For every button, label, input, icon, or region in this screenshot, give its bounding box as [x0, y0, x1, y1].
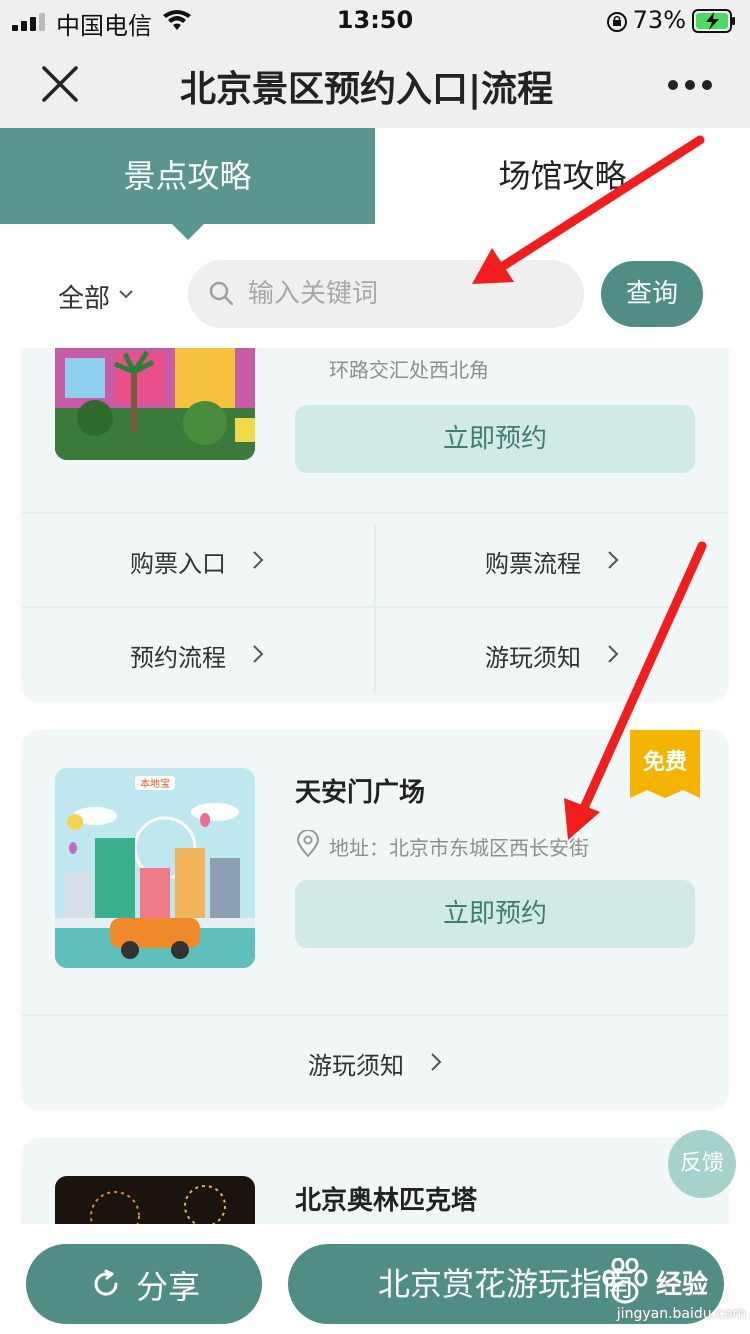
share-label: 分享 [136, 1268, 201, 1306]
feedback-button[interactable]: 反馈 [668, 1130, 736, 1198]
attraction-thumbnail[interactable] [55, 348, 255, 460]
watermark-text: 经验 [656, 1270, 709, 1300]
watermark: 经验 jingyan.baidu.com [580, 1248, 746, 1328]
attraction-name: 北京奥林匹克塔 [295, 1186, 478, 1216]
more-icon[interactable] [668, 80, 712, 90]
thumb-logo: 本地宝 [140, 777, 170, 790]
tab-attractions[interactable]: 景点攻略 [0, 128, 375, 224]
link-label: 预约流程 [130, 644, 226, 672]
attraction-address: 环路交汇处西北角 [329, 358, 489, 382]
battery-percent: 73% [632, 6, 686, 34]
link-visitor-notice[interactable]: 游玩须知 [198, 1016, 551, 1108]
share-button[interactable]: 分享 [26, 1244, 262, 1324]
free-badge-label: 免费 [642, 750, 687, 775]
chevron-right-icon [431, 1053, 442, 1071]
share-icon [94, 1269, 118, 1296]
attraction-card: 环路交汇处西北角 立即预约 购票入口 购票流程 预约流程 游玩须知 [22, 348, 728, 700]
attraction-name: 天安门广场 [295, 778, 426, 808]
query-button[interactable]: 查询 [601, 261, 703, 327]
chevron-down-icon[interactable] [118, 288, 134, 300]
chevron-right-icon [253, 551, 264, 569]
page-title: 北京景区预约入口|流程 [180, 69, 554, 110]
link-label: 游玩须知 [485, 644, 581, 672]
battery-charging-icon [692, 9, 735, 33]
attraction-card: 本地宝 天安门广场 地址：北京市东城区西长安街 立即预约 免费 游玩须知 [22, 730, 728, 1108]
watermark-url: jingyan.baidu.com [616, 1306, 746, 1322]
search-box[interactable] [188, 260, 584, 328]
link-label: 购票入口 [130, 550, 226, 578]
location-pin-icon [296, 830, 320, 858]
link-reservation-process[interactable]: 预约流程 [22, 608, 375, 700]
link-ticket-process[interactable]: 购票流程 [375, 514, 728, 606]
chevron-right-icon [253, 645, 264, 663]
link-label: 游玩须知 [308, 1052, 404, 1080]
reserve-button[interactable]: 立即预约 [295, 880, 695, 948]
attraction-list[interactable]: 环路交汇处西北角 立即预约 购票入口 购票流程 预约流程 游玩须知 本地宝 天安… [0, 348, 750, 1224]
chevron-right-icon [608, 645, 619, 663]
category-filter[interactable]: 全部 [58, 278, 110, 315]
attraction-thumbnail[interactable] [55, 1176, 255, 1224]
reserve-button[interactable]: 立即预约 [295, 405, 695, 473]
search-input[interactable] [248, 260, 568, 328]
link-label: 购票流程 [485, 550, 581, 578]
attraction-card: 北京奥林匹克塔 [22, 1138, 728, 1224]
link-ticket-entrance[interactable]: 购票入口 [22, 514, 375, 606]
paw-icon [602, 1258, 648, 1304]
rotation-lock-icon [607, 12, 627, 32]
attraction-address: 地址：北京市东城区西长安街 [329, 836, 589, 860]
tab-venues[interactable]: 场馆攻略 [375, 128, 750, 224]
attraction-thumbnail[interactable]: 本地宝 [55, 768, 255, 968]
tab-indicator [172, 224, 204, 240]
link-visitor-notice[interactable]: 游玩须知 [375, 608, 728, 700]
close-icon[interactable] [40, 64, 80, 104]
status-bar: 中国电信 13:50 73% [0, 0, 750, 42]
nav-bar: 北京景区预约入口|流程 [0, 42, 750, 128]
chevron-right-icon [608, 551, 619, 569]
free-badge: 免费 [630, 730, 700, 798]
search-icon [209, 281, 234, 306]
